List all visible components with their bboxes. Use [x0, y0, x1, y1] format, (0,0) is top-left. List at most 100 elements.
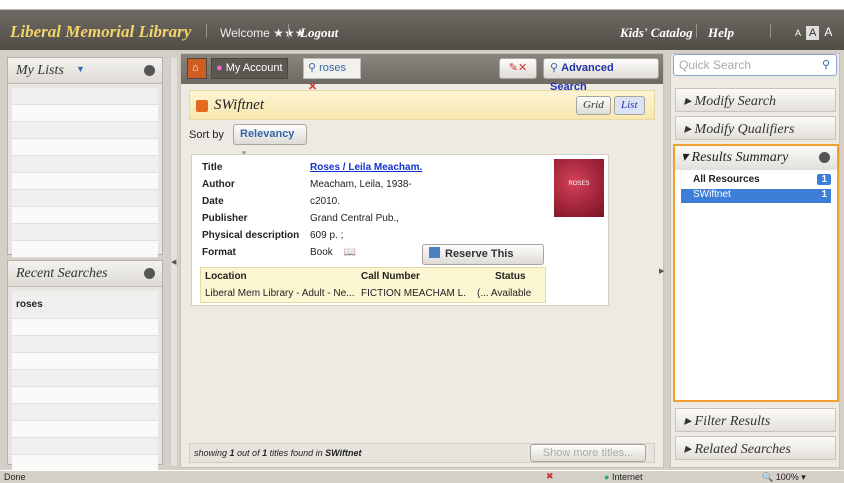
globe-icon: ●: [604, 472, 612, 482]
divider: [288, 24, 289, 38]
footer-text: out of: [234, 448, 263, 458]
gear-icon[interactable]: [144, 268, 155, 279]
results-summary-text: Results Summary: [691, 150, 789, 165]
recent-searches-header: Recent Searches: [8, 261, 162, 287]
results-summary-title: ▾ Results Summary: [681, 150, 789, 165]
filter-results-section[interactable]: ▸ Filter Results: [675, 408, 836, 432]
count-badge: 1: [821, 189, 827, 200]
book-cover-image[interactable]: ROSES: [554, 159, 604, 217]
site-header: Liberal Memorial Library Welcome ★★★ Log…: [0, 10, 844, 50]
popup-blocked-icon[interactable]: ✖: [546, 471, 554, 482]
font-size-small-button[interactable]: A: [792, 27, 804, 39]
rss-icon[interactable]: [196, 100, 208, 112]
column-header: Status: [495, 271, 526, 282]
swiftnet-row[interactable]: SWiftnet 1: [681, 189, 831, 203]
list-view-button[interactable]: List: [614, 96, 645, 115]
search-icon[interactable]: ⚲: [822, 58, 830, 71]
home-icon[interactable]: ⌂: [187, 58, 207, 79]
show-more-titles-button[interactable]: Show more titles...: [530, 444, 646, 462]
list-row: [12, 139, 158, 156]
list-row: [12, 241, 158, 258]
results-panel: ⌂ ● My Account ⚲ roses ✕ ✎✕ ⚲ Advanced S…: [180, 53, 664, 468]
field-label: Physical description: [202, 230, 300, 241]
right-collapse-handle[interactable]: ▶: [658, 57, 666, 467]
title-link[interactable]: Roses / Leila Meacham.: [308, 159, 424, 176]
divider: [206, 24, 207, 38]
results-footer: showing 1 out of 1 titles found in SWift…: [189, 443, 655, 463]
left-collapse-handle[interactable]: ◀: [170, 57, 178, 467]
chevron-left-icon: ◀: [171, 259, 177, 266]
modify-search-section[interactable]: ▸ Modify Search: [675, 88, 836, 112]
related-searches-section[interactable]: ▸ Related Searches: [675, 436, 836, 460]
all-resources-row[interactable]: All Resources 1: [681, 174, 831, 188]
recent-search-item[interactable]: roses: [12, 291, 158, 319]
list-row: [12, 105, 158, 122]
list-row: [12, 224, 158, 241]
user-icon: ●: [216, 62, 226, 74]
search-icon: ⚲: [308, 62, 320, 74]
my-lists-title[interactable]: My Lists: [16, 63, 64, 79]
browser-top-strip: [0, 0, 844, 10]
field-label: Date: [202, 196, 224, 207]
gear-icon[interactable]: [144, 65, 155, 76]
font-size-medium-button[interactable]: A: [806, 26, 820, 40]
modify-qualifiers-section[interactable]: ▸ Modify Qualifiers: [675, 116, 836, 140]
field-label: Format: [202, 247, 236, 258]
my-lists-list: [12, 88, 158, 258]
sort-select[interactable]: Relevancy ▼: [233, 124, 307, 158]
swiftnet-label: SWiftnet: [693, 189, 731, 200]
divider: [770, 24, 771, 38]
filter-results-label: ▸ Filter Results: [684, 414, 771, 429]
font-size-large-button[interactable]: A: [821, 24, 835, 40]
zoom-control[interactable]: 🔍 100% ▾: [762, 472, 806, 483]
tab-roses-label: roses: [319, 62, 347, 74]
recent-searches-title: Recent Searches: [16, 266, 108, 281]
modify-search-text: Modify Search: [694, 94, 777, 109]
list-row: [12, 173, 158, 190]
help-link[interactable]: Help: [708, 25, 734, 41]
grid-view-button[interactable]: Grid: [576, 96, 611, 115]
logout-link[interactable]: Logout: [300, 25, 338, 41]
browser-status-bar: Done ✖ ● Internet 🔍 100% ▾: [0, 470, 844, 483]
zoom-icon: 🔍: [762, 472, 776, 482]
dropdown-arrow-icon[interactable]: ▼: [76, 64, 85, 74]
filter-results-text: Filter Results: [694, 414, 771, 429]
footer-source: SWiftnet: [325, 448, 362, 458]
my-lists-panel: My Lists ▼: [7, 57, 163, 258]
modify-search-label: ▸ Modify Search: [684, 94, 777, 109]
list-row: [12, 207, 158, 224]
refine-panel: Quick Search ⚲ ▸ Modify Search ▸ Modify …: [670, 53, 840, 468]
advanced-search-button[interactable]: ⚲ Advanced Search: [543, 58, 659, 93]
tab-roses-search[interactable]: ⚲ roses ✕: [303, 58, 361, 93]
results-summary-section: ▾ Results Summary All Resources 1 SWiftn…: [673, 144, 839, 402]
field-label: Author: [202, 179, 235, 190]
field-label: Publisher: [202, 213, 248, 224]
recent-searches-panel: Recent Searches roses: [7, 260, 163, 472]
quick-search-input[interactable]: Quick Search ⚲: [673, 54, 837, 76]
source-header: SWiftnet Grid List: [189, 90, 655, 120]
list-row: [12, 88, 158, 105]
list-row: [12, 370, 158, 387]
list-row: [12, 122, 158, 139]
reserve-item-button[interactable]: Reserve This Item: [422, 244, 544, 279]
all-resources-label: All Resources: [693, 174, 760, 185]
record-fields: Title Roses / Leila Meacham. Author Meacha…: [200, 159, 424, 261]
cover-text: ROSES: [568, 181, 590, 187]
recent-searches-list: roses: [12, 291, 158, 472]
column-header: Location: [205, 271, 247, 282]
list-row: [12, 438, 158, 455]
kids-catalog-link[interactable]: Kids' Catalog: [620, 25, 693, 41]
clear-tabs-button[interactable]: ✎✕: [499, 58, 537, 79]
source-title: SWiftnet: [214, 97, 264, 113]
results-summary-header[interactable]: ▾ Results Summary: [675, 146, 837, 170]
list-row: [12, 190, 158, 207]
list-row: [12, 404, 158, 421]
library-name[interactable]: Liberal Memorial Library: [10, 22, 191, 42]
gear-icon[interactable]: [819, 152, 830, 163]
modify-qualifiers-text: Modify Qualifiers: [694, 122, 795, 137]
book-icon: 📖: [343, 247, 357, 258]
holding-location: Liberal Mem Library - Adult - Ne...: [205, 288, 355, 299]
search-icon: ⚲: [550, 62, 562, 74]
column-header: Call Number: [361, 271, 420, 282]
tab-my-account[interactable]: ● My Account: [211, 58, 288, 79]
